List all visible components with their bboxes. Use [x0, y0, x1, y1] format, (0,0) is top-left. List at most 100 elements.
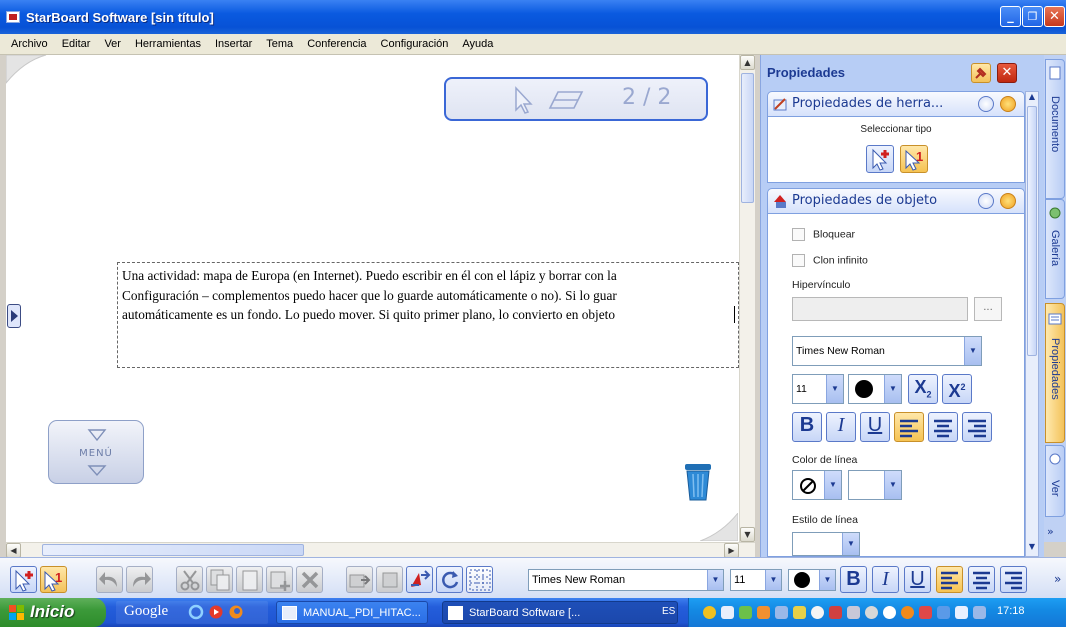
- duplicate-button[interactable]: [266, 566, 293, 593]
- menu-ver[interactable]: Ver: [97, 38, 128, 50]
- title-bar[interactable]: StarBoard Software [sin título] _ ❐ ✕: [0, 0, 1066, 34]
- toolbar-single-select-button[interactable]: 1: [40, 566, 67, 593]
- internet-explorer-icon[interactable]: [188, 604, 204, 620]
- page-curl-bottom-right-icon[interactable]: [700, 513, 738, 541]
- properties-scroll-thumb[interactable]: [1027, 106, 1037, 356]
- page-curl-top-left-icon[interactable]: [6, 55, 48, 85]
- tab-ver[interactable]: Ver: [1045, 445, 1065, 517]
- toolbar-overflow-icon[interactable]: »: [1054, 572, 1061, 586]
- chat-tray-icon[interactable]: [937, 606, 950, 619]
- toolbar-font-color-select[interactable]: ▼: [788, 569, 836, 591]
- mail-tray-icon[interactable]: [919, 606, 932, 619]
- browser-tray-icon[interactable]: [901, 606, 914, 619]
- properties-scrollbar[interactable]: ▲ ▼: [1025, 91, 1039, 557]
- toolbar-underline-button[interactable]: U: [904, 566, 931, 593]
- vertical-scrollbar[interactable]: ▲ ▼: [739, 55, 755, 542]
- infinite-clone-option[interactable]: Clon infinito: [792, 254, 868, 267]
- scroll-up-button[interactable]: ▲: [1026, 92, 1038, 104]
- search-tray-icon[interactable]: [811, 606, 824, 619]
- align-center-button[interactable]: [928, 412, 958, 442]
- volume-icon[interactable]: [865, 606, 878, 619]
- toolbar-font-name-select[interactable]: Times New Roman ▼: [528, 569, 724, 591]
- vertical-scroll-thumb[interactable]: [741, 73, 754, 203]
- menu-herramientas[interactable]: Herramientas: [128, 38, 208, 50]
- security-shield-icon[interactable]: [703, 606, 716, 619]
- expand-toggle-icon[interactable]: [1000, 96, 1016, 112]
- close-panel-button[interactable]: ✕: [997, 63, 1017, 83]
- object-properties-title[interactable]: Propiedades de objeto: [767, 188, 1025, 214]
- minimize-button[interactable]: _: [1000, 6, 1021, 27]
- clock-utility-icon[interactable]: [883, 606, 896, 619]
- send-back-button[interactable]: [376, 566, 403, 593]
- system-clock[interactable]: 17:18: [997, 605, 1025, 617]
- taskbar-item-starboard[interactable]: StarBoard Software [...: [442, 601, 678, 624]
- tab-propiedades[interactable]: Propiedades: [1045, 303, 1065, 443]
- language-indicator[interactable]: ES: [662, 606, 675, 617]
- toolbar-align-center-button[interactable]: [968, 566, 995, 593]
- horizontal-scroll-thumb[interactable]: [42, 544, 304, 556]
- scroll-down-button[interactable]: ▼: [1026, 542, 1038, 554]
- lock-checkbox[interactable]: [792, 228, 805, 241]
- toolbar-add-select-button[interactable]: [10, 566, 37, 593]
- hyperlink-input[interactable]: [792, 297, 968, 321]
- toolbar-align-left-button[interactable]: [936, 566, 963, 593]
- update-tray-icon[interactable]: [757, 606, 770, 619]
- menu-insertar[interactable]: Insertar: [208, 38, 259, 50]
- bold-button[interactable]: B: [792, 412, 822, 442]
- menu-widget[interactable]: MENÚ: [48, 420, 144, 484]
- notes-tray-icon[interactable]: [793, 606, 806, 619]
- lock-option[interactable]: Bloquear: [792, 228, 855, 241]
- font-color-select[interactable]: ▼: [848, 374, 902, 404]
- page-layers-icon[interactable]: [548, 88, 584, 112]
- grid-button[interactable]: [466, 566, 493, 593]
- italic-button[interactable]: I: [826, 412, 856, 442]
- subscript-button[interactable]: X2: [908, 374, 938, 404]
- starboard-tray-icon[interactable]: [721, 606, 734, 619]
- text-object[interactable]: Una actividad: mapa de Europa (en Intern…: [117, 262, 739, 368]
- line-color-select[interactable]: ▼: [792, 470, 842, 500]
- tab-documento[interactable]: Documento: [1045, 59, 1065, 199]
- drive-tray-icon[interactable]: [775, 606, 788, 619]
- font-name-select[interactable]: Times New Roman ▼: [792, 336, 982, 366]
- toolbar-align-right-button[interactable]: [1000, 566, 1027, 593]
- expand-toggle-icon[interactable]: [1000, 193, 1016, 209]
- network-activity-icon[interactable]: [847, 606, 860, 619]
- side-panel-toggle-button[interactable]: [7, 304, 21, 328]
- scroll-down-button[interactable]: ▼: [740, 527, 755, 542]
- google-toolbar-label[interactable]: Google: [124, 603, 168, 620]
- paste-button[interactable]: [236, 566, 263, 593]
- hyperlink-browse-button[interactable]: ...: [974, 297, 1002, 321]
- menu-conferencia[interactable]: Conferencia: [300, 38, 373, 50]
- collapse-tabs-icon[interactable]: »: [1047, 525, 1054, 538]
- flip-button[interactable]: [406, 566, 433, 593]
- close-button[interactable]: ✕: [1044, 6, 1065, 27]
- line-style-select[interactable]: ▼: [792, 532, 860, 556]
- superscript-button[interactable]: X2: [942, 374, 972, 404]
- tool-properties-title[interactable]: Propiedades de herra...: [767, 91, 1025, 117]
- single-select-type-button[interactable]: 1: [900, 145, 928, 173]
- align-left-button[interactable]: [894, 412, 924, 442]
- firefox-icon[interactable]: [228, 604, 244, 620]
- cut-button[interactable]: [176, 566, 203, 593]
- network-tray-icon[interactable]: [739, 606, 752, 619]
- pin-button[interactable]: [971, 63, 991, 83]
- bring-front-button[interactable]: [346, 566, 373, 593]
- underline-button[interactable]: U: [860, 412, 890, 442]
- select-pointer-icon[interactable]: [510, 85, 536, 115]
- toolbar-italic-button[interactable]: I: [872, 566, 899, 593]
- undo-button[interactable]: [96, 566, 123, 593]
- menu-ayuda[interactable]: Ayuda: [455, 38, 500, 50]
- infinite-clone-checkbox[interactable]: [792, 254, 805, 267]
- scroll-up-button[interactable]: ▲: [740, 55, 755, 70]
- copy-button[interactable]: [206, 566, 233, 593]
- menu-editar[interactable]: Editar: [55, 38, 98, 50]
- delete-button[interactable]: [296, 566, 323, 593]
- menu-tema[interactable]: Tema: [259, 38, 300, 50]
- menu-archivo[interactable]: Archivo: [4, 38, 55, 50]
- add-select-type-button[interactable]: [866, 145, 894, 173]
- media-player-icon[interactable]: [208, 604, 224, 620]
- scroll-left-button[interactable]: ◀: [6, 543, 21, 558]
- redo-button[interactable]: [126, 566, 153, 593]
- scroll-right-button[interactable]: ▶: [724, 543, 739, 558]
- restore-button[interactable]: ❐: [1022, 6, 1043, 27]
